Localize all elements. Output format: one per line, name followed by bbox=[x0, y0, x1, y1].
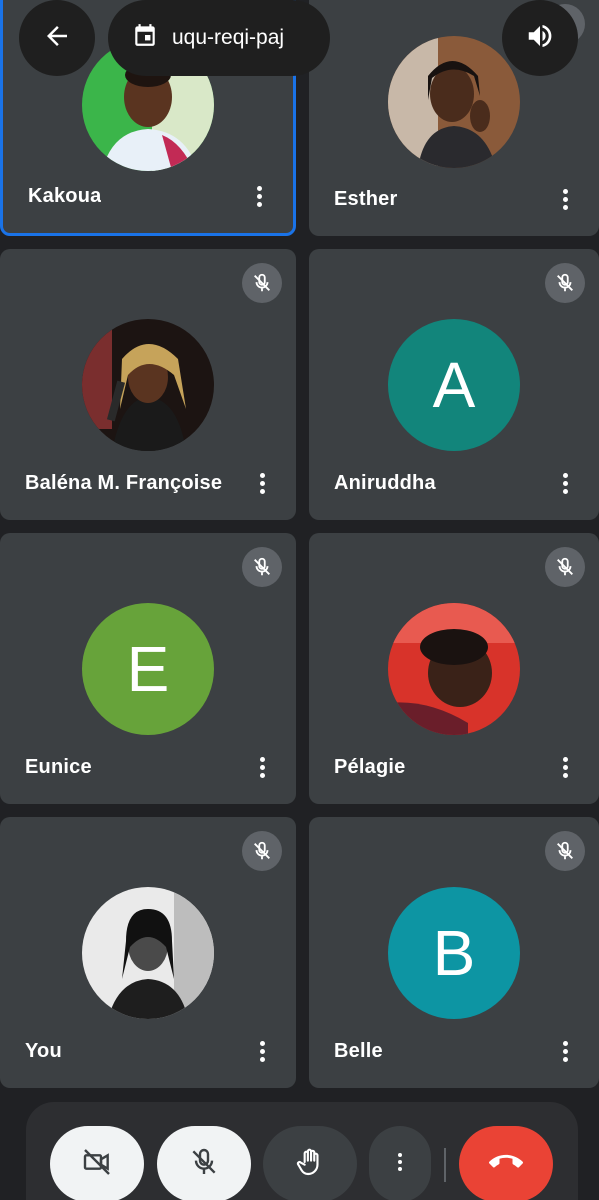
mic-off-icon bbox=[188, 1146, 220, 1183]
mic-off-icon bbox=[242, 831, 282, 871]
avatar-balena bbox=[82, 319, 214, 451]
participant-more-button[interactable] bbox=[249, 179, 269, 213]
mic-off-button[interactable] bbox=[157, 1126, 251, 1200]
calendar-icon bbox=[132, 22, 158, 54]
participant-tile-pelagie[interactable]: Pélagie bbox=[309, 533, 599, 804]
more-vert-icon bbox=[388, 1150, 412, 1179]
participant-tile-balena[interactable]: Baléna M. Françoise bbox=[0, 249, 296, 520]
participant-name: You bbox=[25, 1040, 62, 1062]
videocam-off-icon bbox=[81, 1146, 113, 1183]
avatar-esther bbox=[388, 36, 520, 168]
mic-off-icon bbox=[545, 547, 585, 587]
participant-name: Esther bbox=[334, 188, 398, 210]
arrow-back-icon bbox=[42, 21, 72, 56]
end-call-button[interactable] bbox=[459, 1126, 553, 1200]
participant-more-button[interactable] bbox=[252, 466, 272, 500]
participant-name: Belle bbox=[334, 1040, 383, 1062]
meeting-code: uqu-reqi-paj bbox=[172, 26, 285, 49]
participant-name: Kakoua bbox=[28, 185, 102, 207]
meet-call-screen: Kakoua Esther Baléna M. Françoise A Anir… bbox=[0, 0, 599, 1200]
participant-name: Aniruddha bbox=[334, 472, 436, 494]
meeting-info-button[interactable]: uqu-reqi-paj bbox=[108, 0, 330, 76]
mic-off-icon bbox=[242, 547, 282, 587]
controls-divider bbox=[444, 1148, 446, 1182]
participant-tile-aniruddha[interactable]: A Aniruddha bbox=[309, 249, 599, 520]
mic-off-icon bbox=[242, 263, 282, 303]
participant-tile-eunice[interactable]: E Eunice bbox=[0, 533, 296, 804]
participant-tile-you[interactable]: You bbox=[0, 817, 296, 1088]
camera-off-button[interactable] bbox=[50, 1126, 144, 1200]
mic-off-icon bbox=[545, 831, 585, 871]
avatar-aniruddha: A bbox=[388, 319, 520, 451]
back-button[interactable] bbox=[19, 0, 95, 76]
avatar-you bbox=[82, 887, 214, 1019]
avatar-pelagie bbox=[388, 603, 520, 735]
audio-output-button[interactable] bbox=[502, 0, 578, 76]
avatar-belle: B bbox=[388, 887, 520, 1019]
participant-name: Baléna M. Françoise bbox=[25, 472, 223, 494]
more-options-button[interactable] bbox=[369, 1126, 431, 1200]
avatar-eunice: E bbox=[82, 603, 214, 735]
volume-icon bbox=[525, 21, 555, 56]
participant-name: Pélagie bbox=[334, 756, 406, 778]
participant-tile-belle[interactable]: B Belle bbox=[309, 817, 599, 1088]
participant-more-button[interactable] bbox=[252, 1034, 272, 1068]
raise-hand-button[interactable] bbox=[263, 1126, 357, 1200]
mic-off-icon bbox=[545, 263, 585, 303]
participant-more-button[interactable] bbox=[555, 1034, 575, 1068]
hand-icon bbox=[294, 1146, 326, 1183]
call-end-icon bbox=[489, 1145, 523, 1184]
participant-more-button[interactable] bbox=[555, 750, 575, 784]
participant-more-button[interactable] bbox=[555, 182, 575, 216]
participant-more-button[interactable] bbox=[252, 750, 272, 784]
participant-name: Eunice bbox=[25, 756, 92, 778]
participant-more-button[interactable] bbox=[555, 466, 575, 500]
